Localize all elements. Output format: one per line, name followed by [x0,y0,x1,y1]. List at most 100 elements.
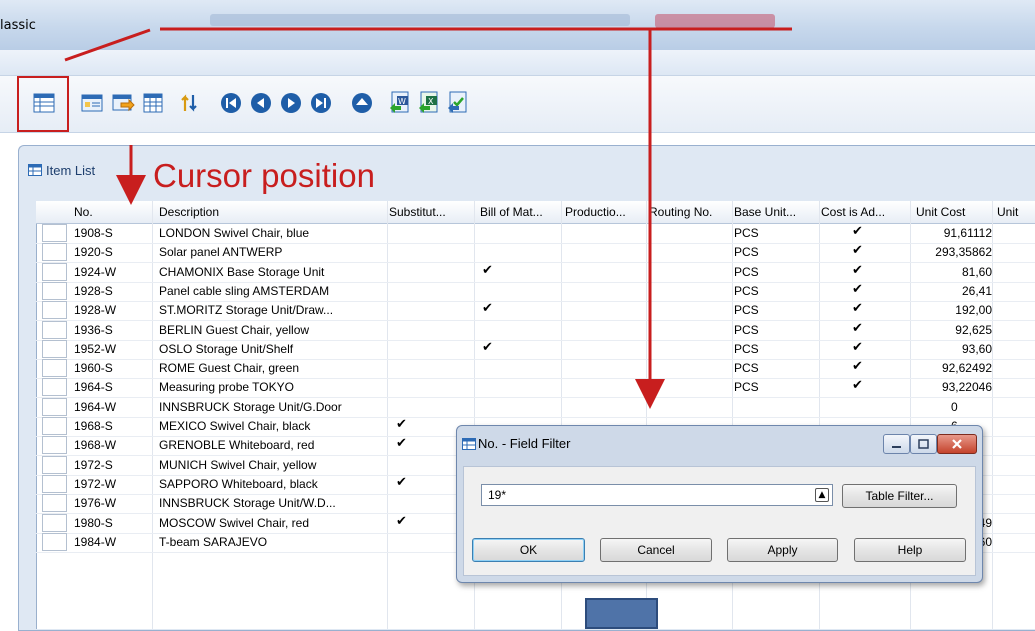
row-selector[interactable] [42,513,67,532]
row-selector[interactable] [42,224,67,242]
row-selector[interactable] [42,455,67,474]
cell-unit-cost: 192,00 [955,303,992,318]
row-selector[interactable] [42,243,67,262]
next-record-icon[interactable] [279,91,303,115]
table-row[interactable]: 1908-S LONDON Swivel Chair, blue PCS ✔ 91,61… [36,223,1035,244]
table-row[interactable]: 1936-S BERLIN Guest Chair, yellow PCS ✔ 92,6… [36,320,1035,341]
col-header-unit-cost[interactable]: Unit Cost [916,205,965,219]
row-selector[interactable] [42,474,67,493]
close-button[interactable] [937,434,977,454]
row-selector[interactable] [42,494,67,513]
cell-description: MOSCOW Swivel Chair, red [159,515,310,530]
cell-description: OSLO Storage Unit/Shelf [159,341,294,356]
table-filter-button[interactable]: Table Filter... [842,484,957,508]
blurred-title-badge [655,14,775,28]
cell-base-unit: PCS [734,341,759,356]
approve-icon[interactable] [446,90,470,114]
cell-cost-adjusted-check: ✔ [852,243,863,259]
cell-cost-adjusted-check: ✔ [852,378,863,394]
row-selector[interactable] [42,436,67,455]
ok-button[interactable]: OK [472,538,585,562]
row-selector[interactable] [42,417,67,435]
cell-unit-cost: 91,61112 [943,226,992,240]
cell-bom-check: ✔ [482,339,493,355]
navigate-icon[interactable] [111,91,135,115]
col-header-base-unit[interactable]: Base Unit... [734,205,796,219]
previous-record-icon[interactable] [249,91,273,115]
item-list-icon [28,164,42,179]
word-export-icon[interactable]: W [388,90,412,114]
last-record-icon[interactable] [309,91,333,115]
col-header-description[interactable]: Description [159,205,219,219]
row-selector[interactable] [42,301,67,320]
cell-no: 1972-W [74,476,117,491]
row-selector[interactable] [42,397,67,416]
item-list-title: Item List [46,163,96,178]
cell-no: 1960-S [74,361,113,376]
cell-no: 1936-S [74,322,113,337]
table-row[interactable]: 1964-W INNSBRUCK Storage Unit/G.Door [36,397,1035,418]
table-row[interactable]: 1928-S Panel cable sling AMSTERDAM PCS ✔ 26,… [36,281,1035,302]
maximize-button[interactable] [910,434,937,454]
cell-cost-adjusted-check: ✔ [852,339,863,355]
col-header-no[interactable]: No. [74,205,93,219]
cell-no: 1952-W [74,341,117,356]
table-row[interactable]: 1964-S Measuring probe TOKYO PCS ✔ 93,22046 [36,377,1035,399]
cell-description: ST.MORITZ Storage Unit/Draw... [159,303,334,318]
row-selector[interactable] [42,339,67,358]
col-header-cost-is-adjusted[interactable]: Cost is Ad... [821,205,885,219]
minimize-icon [892,446,901,448]
cell-description: MUNICH Swivel Chair, yellow [159,457,317,472]
filter-input[interactable]: 19* [481,484,833,506]
dialog-icon [462,438,476,453]
cursor-position-annotation: Cursor position [153,157,375,194]
col-header-unit[interactable]: Unit [997,205,1018,219]
lookup-arrow-icon[interactable]: ▲ [815,488,829,502]
col-header-production[interactable]: Productio... [565,205,626,219]
cell-no: 1928-W [74,303,117,318]
cell-base-unit: PCS [734,303,759,318]
row-selector[interactable] [42,532,67,551]
cell-no: 1908-S [74,226,113,240]
cell-no: 1968-S [74,419,113,433]
col-header-bill-of-materials[interactable]: Bill of Mat... [480,205,543,219]
eject-icon[interactable] [350,91,374,115]
col-header-routing-no[interactable]: Routing No. [649,205,712,219]
cell-cost-adjusted-check: ✔ [852,301,863,317]
first-record-icon[interactable] [219,91,243,115]
table-row[interactable]: 1924-W CHAMONIX Base Storage Unit ✔ PCS ✔ 81,… [36,262,1035,283]
toolbar-highlight-box [17,76,69,132]
cell-description: CHAMONIX Base Storage Unit [159,264,325,279]
cell-cost-adjusted-check: ✔ [852,224,863,239]
table-row[interactable]: 1960-S ROME Guest Chair, green PCS ✔ 92,6249… [36,358,1035,380]
row-selector[interactable] [42,359,67,378]
cell-description: BERLIN Guest Chair, yellow [159,322,310,337]
cell-substitutes-check: ✔ [396,417,407,432]
row-selector[interactable] [42,320,67,339]
card-icon[interactable] [80,91,104,115]
row-selector[interactable] [42,378,67,397]
cell-base-unit: PCS [734,264,759,279]
sort-icon[interactable] [177,91,201,115]
cell-unit-cost: 26,41 [961,283,992,298]
apply-button[interactable]: Apply [727,538,838,562]
cell-unit-cost-partial: 0 [951,399,958,414]
table-row[interactable]: 1928-W ST.MORITZ Storage Unit/Draw... ✔ PCS… [36,300,1035,322]
minimize-button[interactable] [883,434,910,454]
excel-export-icon[interactable]: X [417,90,441,114]
table-icon[interactable] [141,91,165,115]
cell-no: 1968-W [74,438,117,453]
help-button[interactable]: Help [854,538,966,562]
cell-description: Solar panel ANTWERP [159,245,283,260]
cell-base-unit: PCS [734,245,759,260]
table-row[interactable]: 1920-S Solar panel ANTWERP PCS ✔ 293,35862 [36,242,1035,264]
cancel-button[interactable]: Cancel [600,538,712,562]
cell-unit-cost: 93,22046 [941,380,992,395]
table-row[interactable]: 1952-W OSLO Storage Unit/Shelf ✔ PCS ✔ 93,60 [36,339,1035,360]
row-selector[interactable] [42,281,67,300]
col-header-substitutes[interactable]: Substitut... [389,205,446,219]
row-selector[interactable] [42,262,67,281]
cell-bom-check: ✔ [482,262,493,278]
cell-bom-check: ✔ [482,301,493,317]
cell-no: 1928-S [74,283,113,298]
